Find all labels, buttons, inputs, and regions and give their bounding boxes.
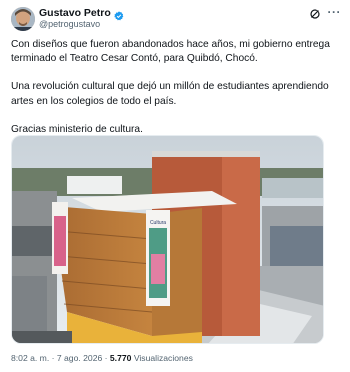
avatar[interactable]: [11, 7, 35, 31]
author-handle[interactable]: @petrogustavo: [39, 19, 100, 29]
tweet-body: Con diseños que fueron abandonados hace …: [11, 38, 341, 137]
banner-label: Cultura: [150, 220, 166, 226]
views-label: Visualizaciones: [133, 353, 193, 363]
separator: ·: [102, 353, 110, 363]
verified-badge-icon: [114, 8, 124, 21]
tweet-photo[interactable]: Cultura: [11, 135, 324, 344]
author-name[interactable]: Gustavo Petro: [39, 7, 111, 19]
tweet-paragraph-1: Con diseños que fueron abandonados hace …: [11, 39, 330, 65]
more-options-icon[interactable]: ···: [328, 5, 342, 19]
tweet-time[interactable]: 8:02 a. m.: [11, 353, 49, 363]
tweet-header: Gustavo Petro @petrogustavo ···: [11, 5, 343, 32]
tweet-paragraph-2: Una revolución cultural que dejó un mill…: [11, 81, 329, 107]
views-count: 5.770: [109, 353, 132, 363]
tweet-footer: 8:02 a. m. · 7 ago. 2026 · 5.770 Visuali…: [11, 353, 193, 363]
separator: ·: [49, 353, 57, 363]
tweet-date[interactable]: 7 ago. 2026: [57, 353, 102, 363]
grok-icon[interactable]: [309, 7, 321, 19]
